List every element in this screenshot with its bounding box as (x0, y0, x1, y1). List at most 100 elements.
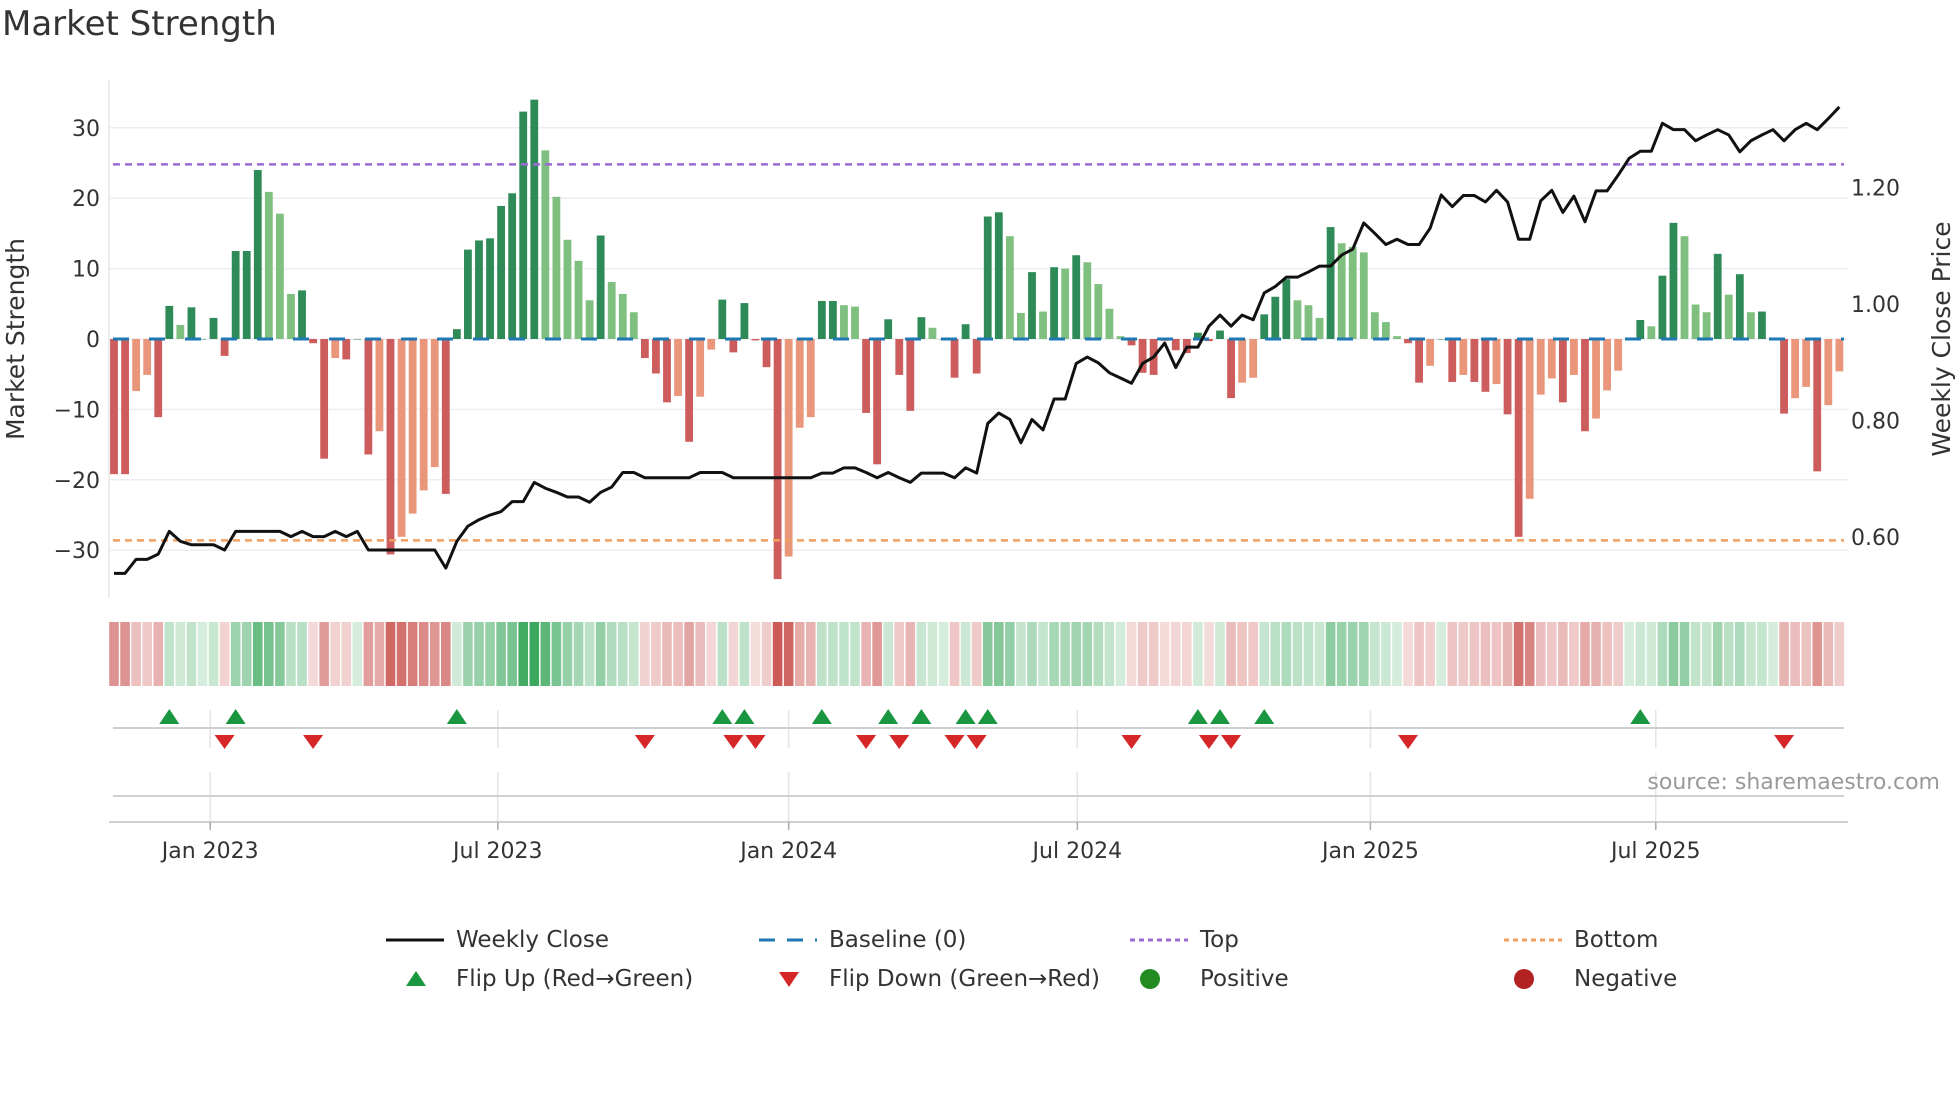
strength-bar (121, 339, 129, 475)
strength-bar (364, 339, 373, 455)
flip-up-marker (911, 709, 932, 724)
heat-cell (418, 622, 429, 686)
source-note: source: sharemaestro.com (1647, 770, 1940, 795)
strength-bar (475, 240, 483, 339)
y2-tick-label: 0.60 (1851, 526, 1900, 551)
strength-bar (176, 324, 185, 339)
heat-cell (971, 622, 982, 686)
heat-cell (662, 622, 672, 686)
heat-cell (1834, 622, 1845, 686)
strength-bar (895, 339, 904, 375)
dot-icon (1504, 938, 1562, 942)
heat-cell (1027, 622, 1037, 686)
strength-bar (707, 339, 716, 350)
market-strength-chart: 30 20 10 0 −10 −20 −30 1.20 1.00 0.80 0.60 Market S… (1, 80, 1956, 864)
heat-cell (805, 622, 816, 686)
flip-up-marker (878, 709, 899, 724)
heat-cell (1060, 622, 1070, 686)
heat-cell (1535, 622, 1546, 686)
heat-cell (1723, 622, 1734, 686)
strength-bar (1691, 304, 1700, 339)
heat-cell (960, 622, 971, 686)
strength-bar (928, 327, 937, 339)
heat-cell (252, 622, 263, 686)
heat-cell (872, 622, 882, 686)
strength-bar (242, 251, 251, 339)
heat-cell (1204, 622, 1214, 686)
heat-cell (1701, 622, 1712, 686)
heat-cell (883, 622, 893, 686)
flip-down-marker (856, 735, 877, 749)
heat-cell (1679, 622, 1690, 686)
strength-bar (1735, 274, 1744, 339)
strength-bar (1481, 339, 1490, 392)
heat-cell (1403, 622, 1413, 686)
circle-icon (1514, 969, 1534, 989)
heat-cell (319, 622, 329, 686)
heat-cell (142, 622, 152, 686)
legend-item: Flip Up (Red→Green) (386, 964, 693, 994)
heat-cell (1137, 622, 1148, 686)
y2-tick-label: 1.20 (1851, 176, 1900, 201)
heat-cell (1790, 622, 1800, 686)
heat-cell (1580, 622, 1590, 686)
heat-cell (938, 622, 949, 686)
strength-bar (1415, 339, 1423, 383)
strength-bar (375, 339, 384, 432)
strength-bar (1514, 339, 1523, 537)
heat-cell (1071, 622, 1082, 686)
strength-bar (486, 238, 494, 339)
strength-bar (618, 293, 627, 339)
strength-bar (386, 339, 395, 555)
heat-cell (551, 622, 562, 686)
heat-cell (1569, 622, 1579, 686)
y2-tick-label: 1.00 (1851, 293, 1900, 318)
heat-cell (1303, 622, 1314, 686)
heat-cell (1347, 622, 1358, 686)
heat-cell (496, 622, 506, 686)
heat-cell (385, 622, 396, 686)
heat-cell (994, 622, 1004, 686)
flip-up-marker (1254, 709, 1275, 724)
legend-label: Negative (1574, 966, 1678, 992)
heat-cell (828, 622, 838, 686)
strength-bar (1470, 339, 1479, 382)
heat-cell (1779, 622, 1789, 686)
strength-bar (851, 306, 859, 339)
strength-bar (1050, 267, 1058, 339)
strength-bar (253, 170, 262, 339)
strength-bar (1713, 253, 1722, 339)
strength-bar (950, 339, 959, 378)
heat-cell (1524, 622, 1535, 686)
strength-bar (1017, 312, 1025, 339)
heat-cell (717, 622, 728, 686)
heat-cell (739, 622, 750, 686)
heat-cell (982, 622, 993, 686)
flip-down-marker (1221, 735, 1242, 749)
heat-cell (1513, 622, 1524, 686)
strength-bar (408, 339, 417, 514)
dot-icon (1130, 938, 1188, 942)
heat-cell (1215, 622, 1225, 686)
heat-cell (529, 622, 540, 686)
heat-cell (640, 622, 650, 686)
strength-bar (1835, 339, 1844, 372)
flip-down-marker (745, 735, 766, 749)
heat-cell (1370, 622, 1380, 686)
strength-bar (1448, 339, 1457, 382)
flip-up-marker (225, 709, 246, 724)
heat-cell (1314, 622, 1325, 686)
flip-up-marker (712, 709, 733, 724)
strength-bar (1558, 339, 1567, 403)
flip-up-marker (1630, 709, 1651, 724)
strength-bar (497, 205, 505, 339)
heat-cell (750, 622, 761, 686)
heat-cell (131, 622, 141, 686)
heat-cell (1447, 622, 1458, 686)
strength-bar (1746, 312, 1755, 339)
heat-cell (363, 622, 374, 686)
heat-cell (1823, 622, 1834, 686)
heat-cell (1746, 622, 1756, 686)
strength-bar (430, 339, 439, 468)
strength-bar (1603, 339, 1611, 391)
